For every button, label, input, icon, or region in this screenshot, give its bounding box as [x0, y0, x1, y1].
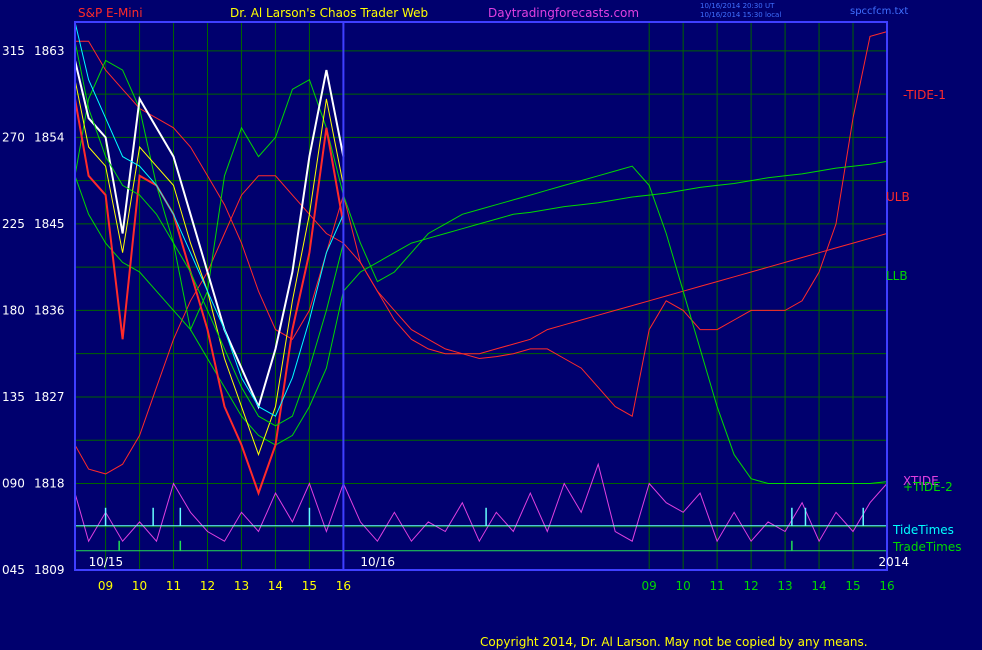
x-tick-label: 11: [166, 579, 181, 593]
timestamp-ut: 10/16/2014 20:30 UT: [700, 2, 775, 10]
legend-label-tradetimes: TradeTimes: [892, 540, 961, 554]
y-tick-label-tide: 225: [2, 217, 25, 231]
y-tick-label-tide: 270: [2, 130, 25, 144]
x-tick-label: 09: [642, 579, 657, 593]
site-url: Daytradingforecasts.com: [488, 6, 639, 20]
y-tick-label-price: 1863: [34, 44, 65, 58]
legend-label-tide-2: +TIDE-2: [903, 480, 953, 494]
timestamp-local: 10/16/2014 15:30 local: [700, 11, 781, 19]
date-label: 2014: [879, 555, 910, 569]
y-tick-label-tide: 045: [2, 563, 25, 577]
copyright: Copyright 2014, Dr. Al Larson. May not b…: [480, 635, 868, 649]
y-tick-label-price: 1809: [34, 563, 65, 577]
y-tick-label-price: 1818: [34, 476, 65, 490]
chart-title: S&P E-Mini: [78, 6, 143, 20]
x-tick-label: 12: [743, 579, 758, 593]
date-label: 10/16: [360, 555, 395, 569]
legend-label-tide-1: -TIDE-1: [903, 88, 946, 102]
site-title: Dr. Al Larson's Chaos Trader Web: [230, 6, 428, 20]
date-label: 10/15: [89, 555, 124, 569]
legend-label-tidetimes: TideTimes: [892, 523, 954, 537]
x-tick-label: 14: [268, 579, 283, 593]
x-tick-label: 11: [709, 579, 724, 593]
x-tick-label: 09: [98, 579, 113, 593]
y-tick-label-price: 1845: [34, 217, 65, 231]
x-tick-label: 15: [845, 579, 860, 593]
legend-label-llb: LLB: [886, 269, 908, 283]
x-tick-label: 16: [336, 579, 351, 593]
y-tick-label-tide: 180: [2, 303, 25, 317]
legend-label-ulb: ULB: [886, 190, 910, 204]
y-tick-label-price: 1854: [34, 130, 65, 144]
chart-canvas: S&P E-Mini Dr. Al Larson's Chaos Trader …: [0, 0, 982, 650]
x-tick-label: 16: [879, 579, 894, 593]
x-tick-label: 15: [302, 579, 317, 593]
x-tick-label: 10: [676, 579, 691, 593]
y-tick-label-price: 1836: [34, 303, 65, 317]
x-tick-label: 10: [132, 579, 147, 593]
x-tick-label: 13: [234, 579, 249, 593]
y-tick-label-price: 1827: [34, 390, 65, 404]
x-tick-label: 14: [811, 579, 826, 593]
y-tick-label-tide: 090: [2, 476, 25, 490]
y-tick-label-tide: 135: [2, 390, 25, 404]
y-tick-label-tide: 315: [2, 44, 25, 58]
x-tick-label: 12: [200, 579, 215, 593]
x-tick-label: 13: [777, 579, 792, 593]
file-name: spccfcm.txt: [850, 6, 908, 17]
